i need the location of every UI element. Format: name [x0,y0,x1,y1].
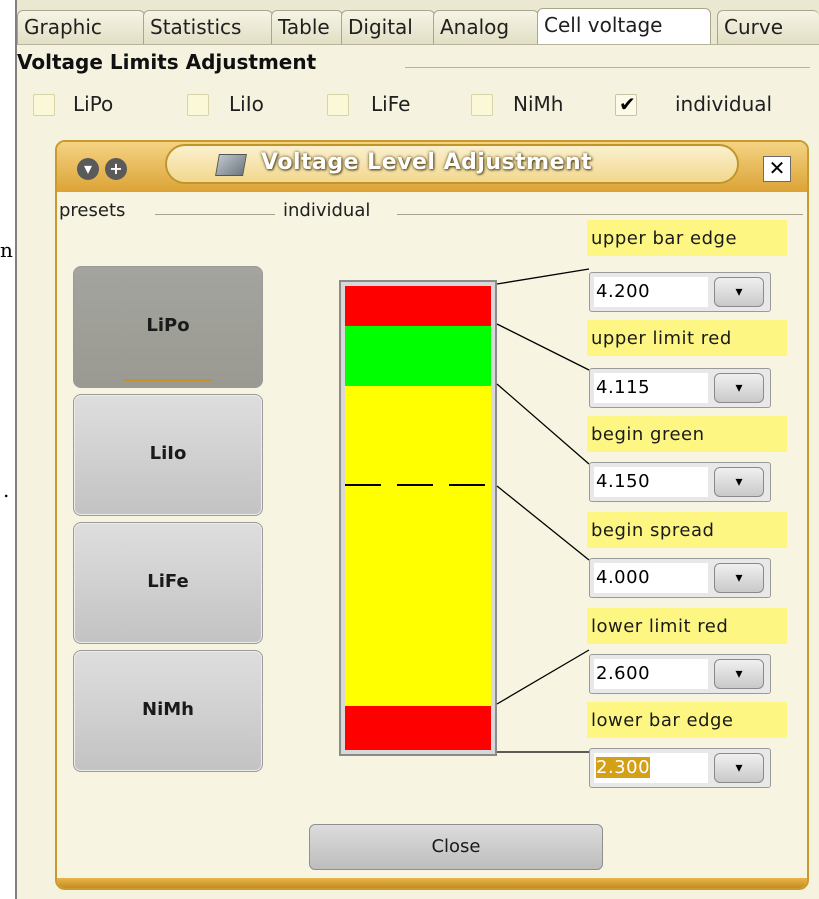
value-lower-bar-edge[interactable]: 2.300 [594,753,708,783]
chevron-down-icon[interactable]: ▾ [714,373,764,403]
label-upper-bar-edge: upper bar edge [587,220,787,256]
spin-begin-spread[interactable]: 4.000 ▾ [589,558,771,598]
checkbox-nimh[interactable] [471,94,493,116]
connector-begin-spread [496,485,590,561]
checkbox-label-individual: individual [675,92,773,116]
dialog-bottom-bar [57,878,807,888]
tab-bar: Graphic Statistics Table Digital Analog … [17,0,819,45]
connector-upper-limit-red [496,323,590,371]
stray-glyph-dot: . [3,478,10,502]
checkbox-label-liio: LiIo [229,92,264,116]
label-lower-limit-red: lower limit red [587,608,787,644]
label-begin-spread: begin spread [587,512,787,548]
checkbox-label-lipo: LiPo [73,92,114,116]
chevron-down-icon[interactable]: ▾ [714,277,764,307]
tab-statistics[interactable]: Statistics [143,10,273,44]
spin-lower-limit-red[interactable]: 2.600 ▾ [589,654,771,694]
spin-begin-green[interactable]: 4.150 ▾ [589,462,771,502]
label-begin-green: begin green [587,416,787,452]
label-upper-limit-red: upper limit red [587,320,787,356]
label-lower-bar-edge: lower bar edge [587,702,787,738]
checkbox-lipo[interactable] [33,94,55,116]
checkbox-life[interactable] [327,94,349,116]
tab-analog[interactable]: Analog [433,10,539,44]
value-begin-green[interactable]: 4.150 [594,467,708,497]
group-title: Voltage Limits Adjustment [17,50,317,74]
connector-lower-limit-red [496,649,590,705]
checkbox-label-life: LiFe [371,92,411,116]
connector-upper-bar-edge [496,268,590,285]
checkbox-label-nimh: NiMh [513,92,564,116]
tab-cell-voltage[interactable]: Cell voltage [537,8,711,44]
value-begin-spread[interactable]: 4.000 [594,563,708,593]
chevron-down-icon[interactable]: ▾ [714,563,764,593]
value-upper-bar-edge[interactable]: 4.200 [594,277,708,307]
tab-digital[interactable]: Digital [341,10,435,44]
stray-glyph-n: n [0,238,13,262]
selected-text: 2.300 [596,757,651,778]
value-upper-limit-red[interactable]: 4.115 [594,373,708,403]
checkmark-icon: ✔ [619,92,636,116]
tab-table[interactable]: Table [271,10,343,44]
checkbox-liio[interactable] [187,94,209,116]
chevron-down-icon[interactable]: ▾ [714,753,764,783]
spin-upper-bar-edge[interactable]: 4.200 ▾ [589,272,771,312]
close-button[interactable]: Close [309,824,603,870]
connector-begin-green [496,383,590,465]
voltage-level-dialog: ▾ + Voltage Level Adjustment ✕ presets i… [55,140,809,890]
value-lower-limit-red[interactable]: 2.600 [594,659,708,689]
chevron-down-icon[interactable]: ▾ [714,659,764,689]
tab-graphic[interactable]: Graphic [17,10,145,44]
group-divider [405,67,810,68]
checkbox-individual[interactable]: ✔ [615,92,637,116]
cell-type-checkboxes: LiPo LiIo LiFe NiMh ✔ individual [17,92,819,126]
spin-upper-limit-red[interactable]: 4.115 ▾ [589,368,771,408]
app-panel: Graphic Statistics Table Digital Analog … [17,0,819,899]
tab-curve[interactable]: Curve [717,10,819,44]
chevron-down-icon[interactable]: ▾ [714,467,764,497]
spin-lower-bar-edge[interactable]: 2.300 ▾ [589,748,771,788]
